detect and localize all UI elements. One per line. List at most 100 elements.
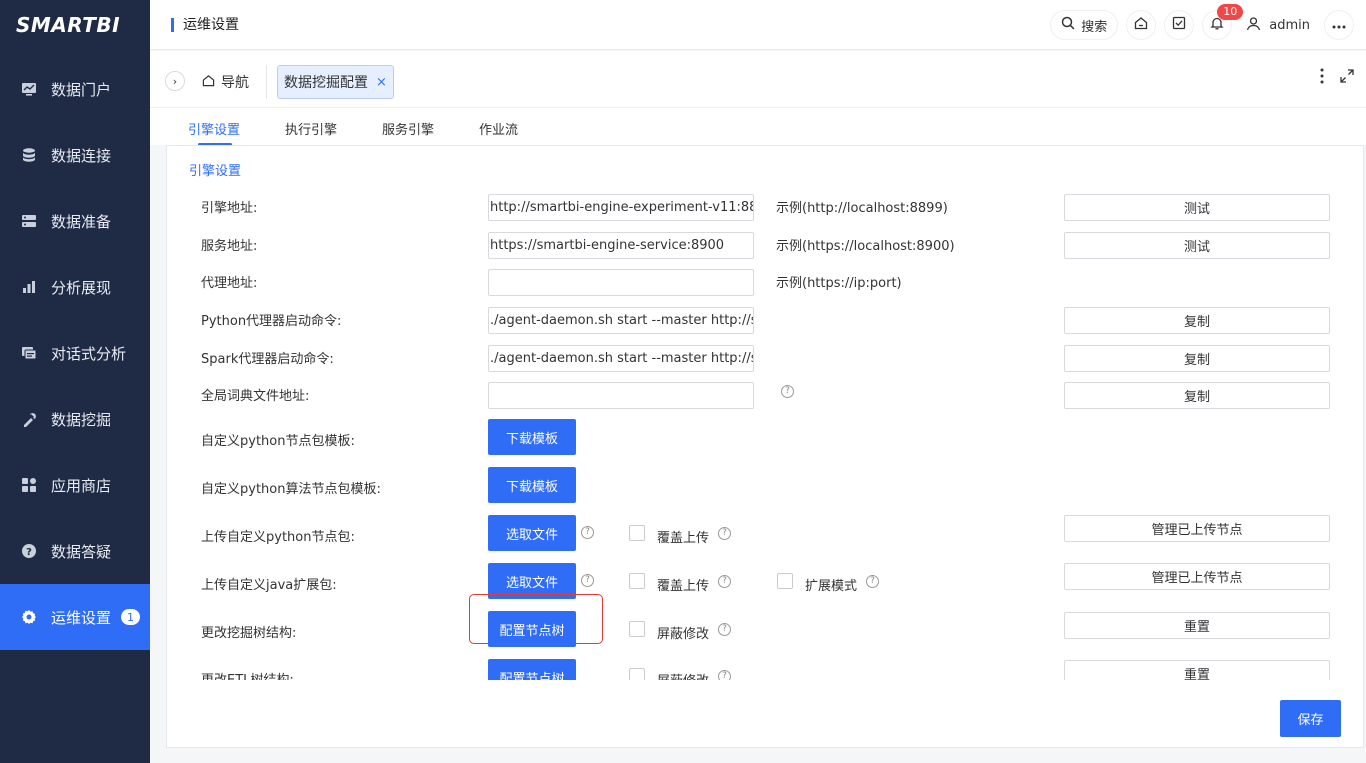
- tab-execution-engine[interactable]: 执行引擎: [285, 119, 337, 138]
- sidebar-item-label: 应用商店: [51, 476, 112, 495]
- test-service-button[interactable]: 测试: [1064, 232, 1330, 259]
- sidebar-nav: 数据门户 数据连接 数据准备 分析展现 对话式分析 数据挖掘 应用商店 ? 数据: [0, 56, 150, 650]
- field-label: 自定义python算法节点包模板:: [201, 482, 381, 497]
- help-icon[interactable]: ?: [718, 575, 731, 588]
- bar-chart-icon: [20, 278, 38, 296]
- sidebar-item-label: 数据答疑: [51, 542, 112, 561]
- pickaxe-icon: [20, 410, 38, 428]
- sidebar-item-ops-settings[interactable]: 运维设置 1: [0, 584, 150, 650]
- engine-address-input[interactable]: http://smartbi-engine-experiment-v11:889…: [488, 194, 754, 221]
- help-icon[interactable]: ?: [581, 574, 594, 587]
- sidebar-item-app-store[interactable]: 应用商店: [0, 452, 150, 518]
- help-icon[interactable]: ?: [866, 575, 879, 588]
- chevron-right-icon: ›: [172, 74, 178, 88]
- username: admin: [1269, 17, 1310, 33]
- question-icon: ?: [20, 542, 38, 560]
- field-label: Python代理器启动命令:: [201, 314, 342, 329]
- home-icon: [1134, 16, 1148, 34]
- select-python-file-button[interactable]: 选取文件: [488, 515, 576, 551]
- brand-logo: SMARTBI: [16, 13, 121, 37]
- topbar: 运维设置 搜索 10 admin: [150, 0, 1366, 50]
- field-label: 全局词典文件地址:: [201, 389, 310, 404]
- task-check-icon: [1172, 16, 1186, 34]
- field-label: 上传自定义python节点包:: [201, 530, 355, 545]
- sidebar-item-analysis[interactable]: 分析展现: [0, 254, 150, 320]
- notifications-button[interactable]: 10: [1202, 4, 1244, 40]
- checkbox-label: 屏蔽修改: [657, 627, 710, 642]
- notification-badge: 10: [1217, 4, 1244, 20]
- manage-uploaded-nodes-button[interactable]: 管理已上传节点: [1064, 515, 1330, 542]
- sidebar: SMARTBI 数据门户 数据连接 数据准备 分析展现 对话式分析 数据挖掘 应…: [0, 0, 150, 763]
- home-icon: [202, 74, 215, 91]
- tab-label: 数据挖掘配置: [284, 75, 368, 91]
- copy-dict-button[interactable]: 复制: [1064, 382, 1330, 409]
- sidebar-item-data-prep[interactable]: 数据准备: [0, 188, 150, 254]
- tab-workflow[interactable]: 作业流: [479, 119, 518, 138]
- reset-etl-tree-button[interactable]: 重置: [1064, 660, 1330, 680]
- checkbox-label: 覆盖上传: [657, 531, 710, 546]
- sidebar-item-data-mining[interactable]: 数据挖掘: [0, 386, 150, 452]
- reset-mining-tree-button[interactable]: 重置: [1064, 612, 1330, 639]
- copy-spark-cmd-button[interactable]: 复制: [1064, 345, 1330, 372]
- sidebar-item-label: 数据挖掘: [51, 410, 112, 429]
- checkbox-label: 屏蔽修改: [657, 670, 709, 680]
- dict-file-input[interactable]: [488, 382, 754, 409]
- search-button[interactable]: 搜索: [1050, 10, 1119, 40]
- download-python-node-template-button[interactable]: 下载模板: [488, 419, 576, 455]
- monitor-chart-icon: [20, 80, 38, 98]
- tab-service-engine[interactable]: 服务引擎: [382, 119, 434, 138]
- sidebar-item-label: 数据连接: [51, 146, 112, 165]
- service-address-input[interactable]: https://smartbi-engine-service:8900: [488, 232, 754, 259]
- help-icon[interactable]: ?: [718, 670, 731, 680]
- tab-data-mining-config[interactable]: 数据挖掘配置 ×: [277, 65, 394, 99]
- sidebar-item-data-portal[interactable]: 数据门户: [0, 56, 150, 122]
- vertical-dots-icon[interactable]: [1320, 68, 1324, 88]
- copy-python-cmd-button[interactable]: 复制: [1064, 307, 1330, 334]
- sidebar-item-label: 对话式分析: [51, 344, 127, 363]
- server-icon: [20, 212, 38, 230]
- field-label: 更改挖掘树结构:: [201, 626, 297, 641]
- tab-strip-actions: [1320, 68, 1354, 88]
- user-menu[interactable]: admin: [1240, 16, 1316, 35]
- field-label: 代理地址:: [201, 276, 258, 291]
- gear-icon: [20, 608, 38, 626]
- help-icon[interactable]: ?: [581, 526, 594, 539]
- save-button[interactable]: 保存: [1280, 700, 1341, 737]
- test-engine-button[interactable]: 测试: [1064, 194, 1330, 221]
- sidebar-item-data-connection[interactable]: 数据连接: [0, 122, 150, 188]
- field-label: 引擎地址:: [201, 201, 258, 216]
- section-title: 引擎设置: [189, 164, 242, 179]
- expand-sidebar-button[interactable]: ›: [165, 71, 185, 91]
- field-hint: 示例(http://localhost:8899): [776, 201, 948, 216]
- field-label: 服务地址:: [201, 239, 258, 254]
- overwrite-upload-checkbox[interactable]: [629, 525, 645, 541]
- overwrite-upload-checkbox[interactable]: [629, 573, 645, 589]
- block-modification-checkbox[interactable]: [629, 621, 645, 637]
- help-icon[interactable]: ?: [781, 385, 794, 398]
- tasks-button[interactable]: [1164, 10, 1195, 40]
- block-modification-checkbox[interactable]: [629, 668, 645, 680]
- topbar-actions: 搜索 10 admin: [1050, 4, 1354, 40]
- more-dots-icon: [1332, 18, 1346, 33]
- tab-engine-settings[interactable]: 引擎设置: [188, 119, 240, 146]
- home-button[interactable]: [1126, 10, 1157, 40]
- download-python-algo-template-button[interactable]: 下载模板: [488, 467, 576, 503]
- fullscreen-icon[interactable]: [1340, 69, 1354, 87]
- tab-navigation[interactable]: 导航: [202, 72, 249, 92]
- extension-mode-checkbox[interactable]: [777, 573, 793, 589]
- sidebar-item-conversational[interactable]: 对话式分析: [0, 320, 150, 386]
- svg-text:?: ?: [26, 547, 32, 558]
- configure-etl-tree-button[interactable]: 配置节点树: [488, 659, 576, 680]
- spark-proxy-cmd-input[interactable]: ./agent-daemon.sh start --master http://…: [488, 345, 754, 372]
- manage-uploaded-nodes-button[interactable]: 管理已上传节点: [1064, 563, 1330, 590]
- proxy-address-input[interactable]: [488, 269, 754, 296]
- help-icon[interactable]: ?: [718, 623, 731, 636]
- python-proxy-cmd-input[interactable]: ./agent-daemon.sh start --master http://…: [488, 307, 754, 334]
- sidebar-item-qa[interactable]: ? 数据答疑: [0, 518, 150, 584]
- search-icon: [1061, 16, 1075, 34]
- engine-settings-form: 引擎地址: http://smartbi-engine-experiment-v…: [167, 186, 1363, 680]
- more-menu-button[interactable]: [1324, 10, 1354, 40]
- close-icon[interactable]: ×: [376, 75, 387, 90]
- help-icon[interactable]: ?: [718, 527, 731, 540]
- checkbox-label: 覆盖上传: [657, 579, 710, 594]
